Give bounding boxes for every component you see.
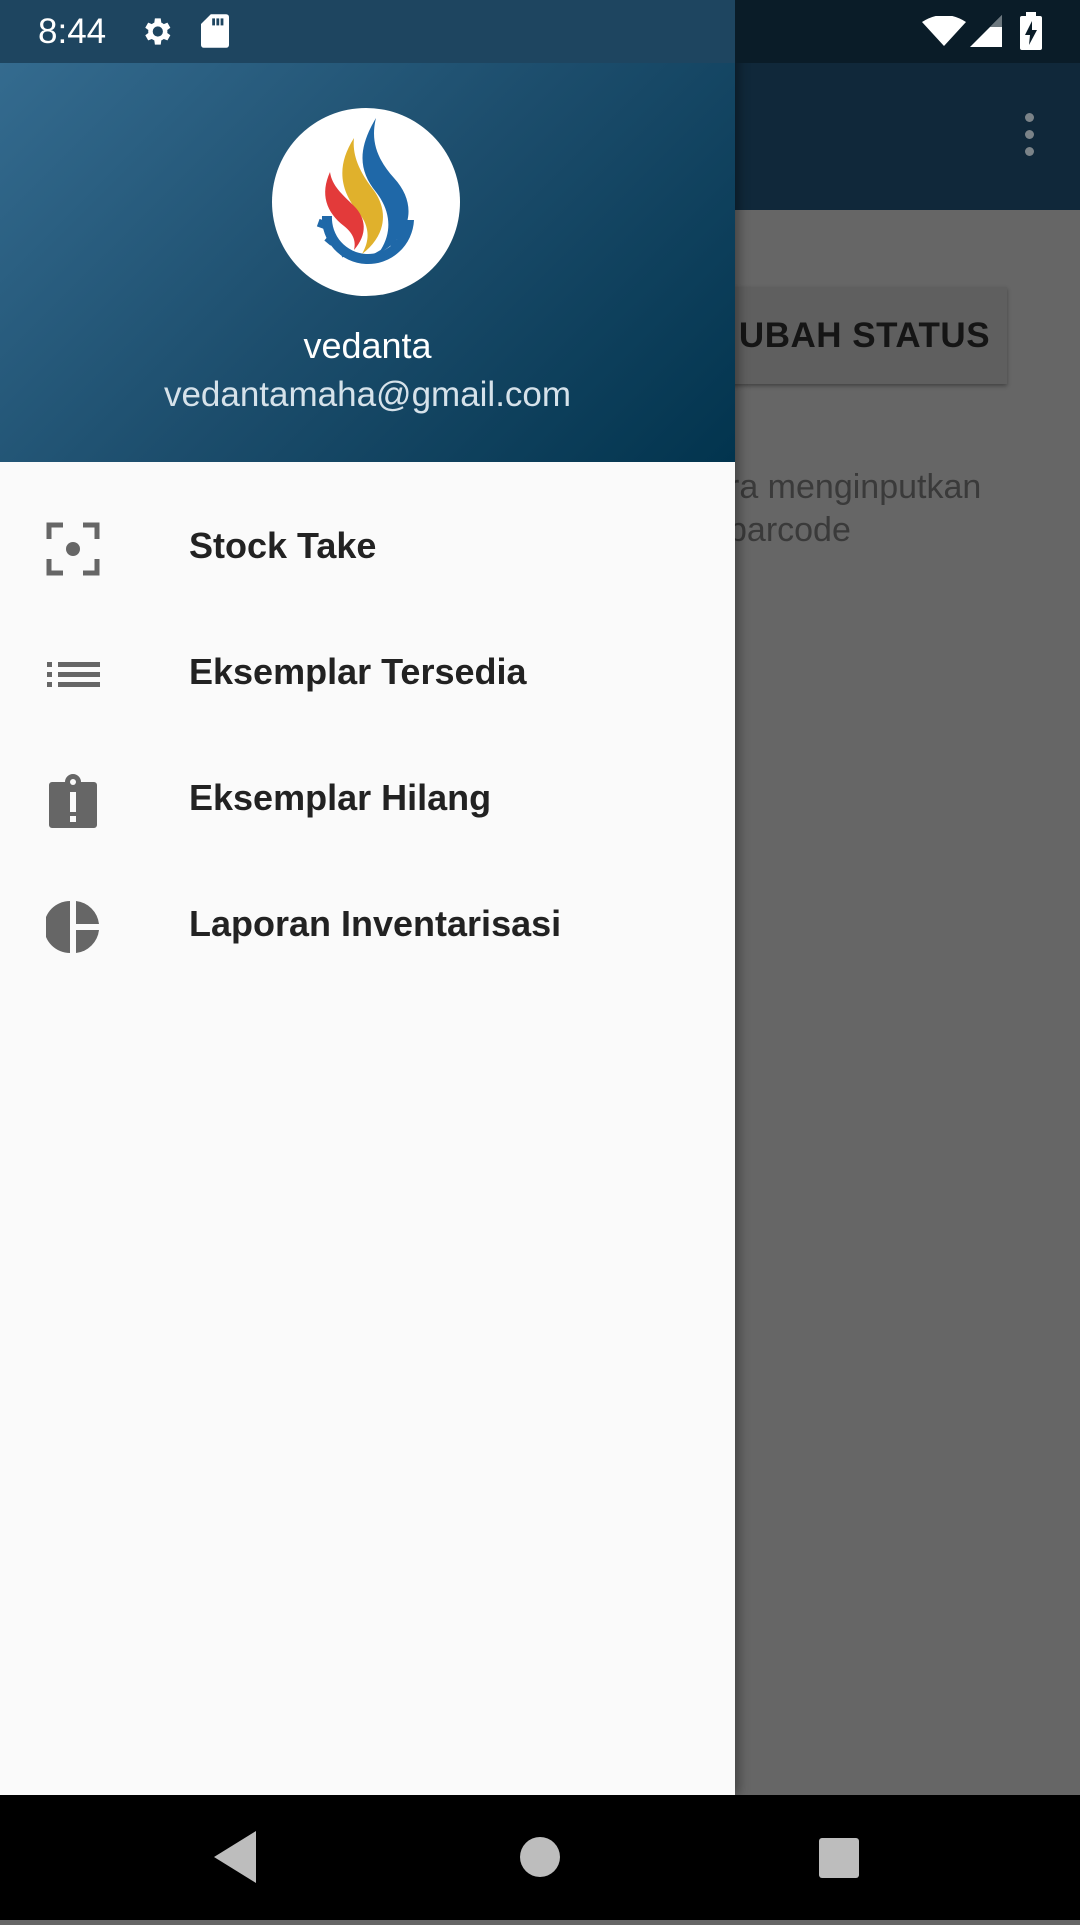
menu-item-label: Stock Take [189,525,377,566]
menu-item-laporan-inventarisasi[interactable]: Laporan Inventarisasi [0,861,735,987]
menu-item-label: Eksemplar Tersedia [189,651,527,692]
menu-item-eksemplar-hilang[interactable]: Eksemplar Hilang [0,735,735,861]
menu-item-label: Laporan Inventarisasi [189,903,562,944]
drawer-header: vedanta vedantamaha@gmail.com [0,63,735,462]
clipboard-alert-icon [49,774,97,828]
home-button[interactable] [480,1795,600,1920]
user-name: vedanta [303,325,432,366]
status-bar: 8:44 [0,0,1080,63]
system-nav-bar [0,1795,1080,1920]
back-button[interactable] [178,1795,298,1920]
menu-item-label: Eksemplar Hilang [189,777,492,818]
hint-line-1: ra menginputkan [728,468,982,506]
sd-card-icon [201,14,229,48]
scan-focus-icon [46,522,100,576]
change-status-button[interactable]: UBAH STATUS [722,287,1007,384]
battery-charging-icon [1020,12,1042,50]
flame-logo-icon [316,118,414,265]
status-time: 8:44 [38,12,107,51]
menu-item-stock-take[interactable]: Stock Take [0,483,735,609]
home-icon [520,1837,560,1877]
more-vert-icon[interactable] [1018,113,1042,157]
pie-chart-icon [46,901,99,953]
back-icon [214,1831,256,1883]
hint-text: ra menginputkan barcode [728,466,1058,552]
hint-line-2: barcode [728,511,851,549]
drawer-menu: Stock Take Eksemplar Tersedia Eksemplar … [0,483,735,987]
settings-icon [145,18,171,45]
wifi-icon [922,16,966,46]
user-email: vedantamaha@gmail.com [163,375,572,414]
list-icon [47,662,100,687]
signal-icon [970,15,1002,47]
navigation-drawer: vedanta vedantamaha@gmail.com Stock Take [0,0,735,1795]
avatar[interactable] [272,108,460,296]
recents-button[interactable] [778,1795,898,1920]
recents-icon [819,1838,859,1878]
menu-item-eksemplar-tersedia[interactable]: Eksemplar Tersedia [0,609,735,735]
